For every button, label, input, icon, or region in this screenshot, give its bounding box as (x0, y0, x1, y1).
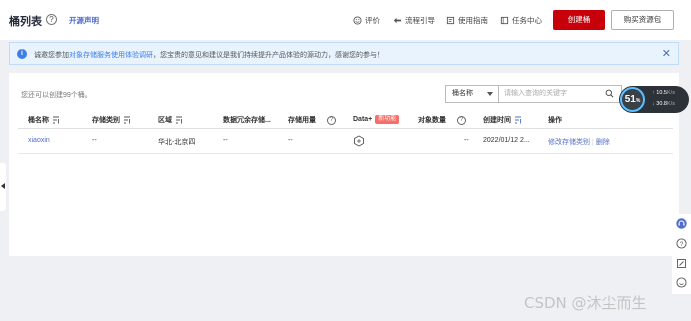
help-icon[interactable]: ? (327, 115, 336, 125)
delete-link[interactable]: 删除 (596, 139, 610, 146)
task-icon (500, 16, 509, 25)
sort-icon[interactable] (52, 116, 60, 124)
usage-gauge: 51% (620, 87, 645, 112)
col-region-label: 区域 (158, 117, 172, 124)
col-ops: 操作 (548, 115, 562, 125)
buy-package-button[interactable]: 购买资源包 (611, 10, 674, 30)
guide-button[interactable]: 流程引导 (393, 15, 435, 26)
notice-text-after: ，您宝贵的意见和建议是我们持续提升产品体验的源动力，感谢您的参与！ (153, 52, 384, 59)
sort-icon[interactable] (123, 116, 131, 124)
cell-redundancy: -- (223, 137, 228, 144)
rate-label: 评价 (365, 16, 380, 25)
task-center-button[interactable]: 任务中心 (500, 15, 542, 26)
task-center-label: 任务中心 (512, 16, 542, 25)
smile-icon[interactable] (676, 277, 687, 288)
smile-icon (353, 16, 362, 25)
filter-field-value: 桶名称 (452, 90, 473, 97)
bucket-name-link[interactable]: xiaoxin (28, 137, 50, 144)
info-icon: i (17, 49, 27, 59)
search-input[interactable]: 请输入查询的关键字 (498, 85, 622, 103)
cell-storage-class: -- (92, 137, 97, 144)
open-source-notice-link[interactable]: 开源声明 (69, 15, 99, 26)
col-storage-class-label: 存储类别 (92, 117, 120, 124)
cell-object-count: -- (464, 137, 469, 144)
create-bucket-button[interactable]: 创建桶 (553, 10, 605, 30)
col-ops-label: 操作 (548, 117, 562, 124)
sort-desc-icon[interactable] (514, 116, 522, 124)
user-guide-label: 使用指南 (458, 16, 488, 25)
upload-speed: ↑ 10.5K/s (652, 90, 675, 96)
download-speed: ↓ 30.8K/s (652, 101, 675, 107)
caret-down-icon (487, 92, 493, 96)
cell-usage: -- (288, 137, 293, 144)
chevron-left-icon (1, 183, 5, 189)
cell-region: 华北-北京四 (158, 139, 196, 146)
guide-icon (393, 17, 402, 24)
search-icon[interactable] (605, 89, 614, 98)
col-name-label: 桶名称 (28, 117, 49, 124)
user-guide-button[interactable]: 使用指南 (446, 15, 488, 26)
usage-percent: 51 (624, 94, 636, 105)
new-feature-badge: 新功能 (375, 115, 400, 124)
top-bar: 桶列表 ? 开源声明 评价 流程引导 使用指南 任务中心 创建桶 购买资源包 (0, 0, 691, 40)
filter-field-select[interactable]: 桶名称 (445, 85, 498, 103)
table-row: xiaoxin -- 华北-北京四 -- -- -- 2022/01/12 2.… (18, 130, 673, 154)
data-plus-icon[interactable] (353, 135, 365, 147)
close-icon[interactable]: ✕ (662, 47, 671, 60)
col-region[interactable]: 区域 (158, 115, 183, 125)
col-usage-label: 存储用量 (288, 117, 316, 124)
help-icon[interactable]: ? (457, 115, 466, 125)
col-object-count: 对象数量 ? (418, 115, 466, 125)
customer-service-icon[interactable] (676, 218, 687, 229)
page-title: 桶列表 (9, 16, 42, 28)
col-created[interactable]: 创建时间 (483, 115, 522, 125)
help-icon[interactable]: ? (46, 14, 57, 25)
ops-divider: | (592, 139, 594, 146)
guide-label: 流程引导 (405, 16, 435, 25)
edit-icon[interactable] (676, 258, 687, 269)
notice-text: 诚邀您参加对象存储服务使用体验调研，您宝贵的意见和建议是我们持续提升产品体验的源… (34, 50, 384, 60)
cell-ops: 修改存储类别 | 删除 (548, 137, 610, 147)
col-redundancy: 数据冗余存储... (223, 115, 271, 125)
col-name[interactable]: 桶名称 (28, 115, 60, 125)
cell-created: 2022/01/12 2... (483, 137, 530, 144)
col-redundancy-label: 数据冗余存储... (223, 117, 271, 124)
col-object-count-label: 对象数量 (418, 117, 446, 124)
upload-unit: K/s (667, 90, 675, 96)
watermark: CSDN @沐尘而生 (524, 294, 647, 312)
col-created-label: 创建时间 (483, 117, 511, 124)
survey-link[interactable]: 对象存储服务使用体验调研 (69, 52, 153, 59)
help-icon[interactable]: ? (676, 238, 687, 249)
svg-text:?: ? (680, 241, 684, 248)
bucket-list-panel: 您还可以创建99个桶。 桶名称 请输入查询的关键字 桶名称 存储类别 区域 数据… (9, 73, 679, 256)
bucket-count-text: 您还可以创建99个桶。 (21, 92, 92, 99)
rate-button[interactable]: 评价 (353, 15, 380, 26)
right-float-toolbar: ? (672, 214, 691, 294)
usage-unit: % (635, 98, 641, 104)
download-value: 30.8 (656, 101, 667, 107)
book-icon (446, 16, 455, 25)
sort-icon[interactable] (175, 116, 183, 124)
col-usage: 存储用量 ? (288, 115, 336, 125)
upload-value: 10.5 (656, 90, 667, 96)
table-header: 桶名称 存储类别 区域 数据冗余存储... 存储用量 ? Data+ 新功能 对… (18, 109, 673, 129)
col-data-plus: Data+ 新功能 (353, 115, 400, 124)
network-monitor-widget[interactable]: 51% ↑ 10.5K/s ↓ 30.8K/s (619, 86, 689, 113)
sidebar-toggle[interactable] (0, 163, 6, 211)
notice-text-before: 诚邀您参加 (34, 52, 69, 59)
survey-notice: i 诚邀您参加对象存储服务使用体验调研，您宝贵的意见和建议是我们持续提升产品体验… (9, 42, 679, 65)
col-storage-class[interactable]: 存储类别 (92, 115, 131, 125)
col-data-plus-label: Data+ (353, 116, 373, 123)
modify-storage-class-link[interactable]: 修改存储类别 (548, 139, 590, 146)
download-unit: K/s (667, 101, 675, 107)
